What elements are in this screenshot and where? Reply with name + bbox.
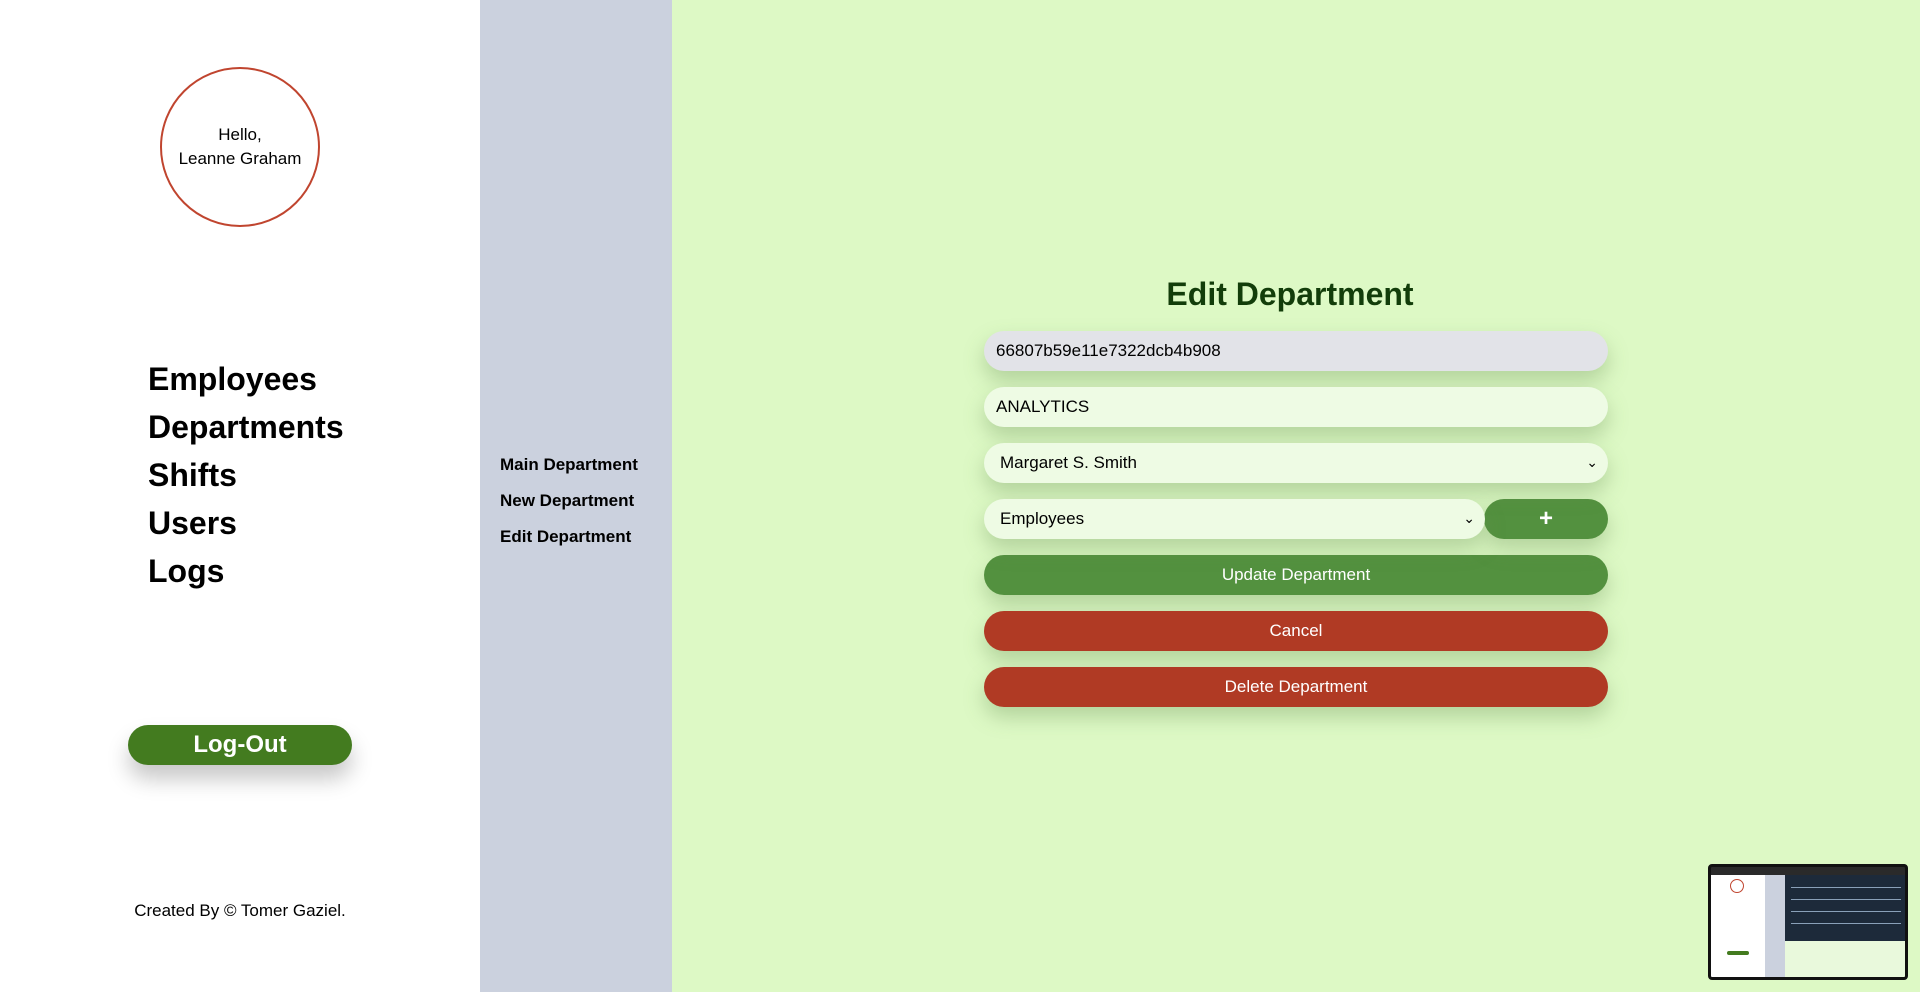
chevron-down-icon: ⌄ [1463, 510, 1475, 526]
add-employee-button[interactable]: + [1484, 499, 1608, 539]
cancel-button[interactable]: Cancel [984, 611, 1608, 651]
thumbnail-footer-area [1785, 941, 1905, 977]
app-layout: Hello, Leanne Graham Employees Departmen… [0, 0, 1920, 992]
subnav-edit-department[interactable]: Edit Department [500, 519, 638, 555]
employee-select[interactable]: Employees ⌄ [984, 499, 1485, 539]
edit-department-form: Edit Department Margaret S. Smith ⌄ Empl… [984, 276, 1608, 723]
thumbnail-button [1727, 951, 1749, 955]
subnav-new-department[interactable]: New Department [500, 483, 638, 519]
thumbnail-line [1791, 887, 1901, 888]
chevron-down-icon: ⌄ [1586, 454, 1598, 470]
delete-department-button[interactable]: Delete Department [984, 667, 1608, 707]
department-id-field[interactable] [984, 331, 1608, 371]
greeting-hello: Hello, [218, 125, 262, 144]
employee-select-value: Employees [1000, 509, 1085, 528]
department-subnav: Main Department New Department Edit Depa… [480, 0, 672, 992]
nav-users[interactable]: Users [148, 499, 344, 547]
manager-select-value: Margaret S. Smith [1000, 453, 1137, 472]
add-employee-row: Employees ⌄ + [984, 499, 1608, 539]
plus-icon: + [1538, 505, 1553, 532]
sidebar: Hello, Leanne Graham Employees Departmen… [0, 0, 480, 992]
thumbnail-subnav [1765, 875, 1785, 977]
update-department-button[interactable]: Update Department [984, 555, 1608, 595]
thumbnail-line [1791, 911, 1901, 912]
main-content: Edit Department Margaret S. Smith ⌄ Empl… [672, 0, 1920, 992]
thumbnail-table-area [1785, 875, 1905, 941]
thumbnail-line [1791, 923, 1901, 924]
nav-shifts[interactable]: Shifts [148, 451, 344, 499]
footer-credit: Created By © Tomer Gaziel. [134, 901, 346, 920]
logout-button[interactable]: Log-Out [128, 725, 352, 765]
nav-departments[interactable]: Departments [148, 403, 344, 451]
user-greeting: Hello, Leanne Graham [160, 67, 320, 227]
thumbnail-avatar [1730, 879, 1744, 893]
manager-select[interactable]: Margaret S. Smith ⌄ [984, 443, 1608, 483]
page-title: Edit Department [1166, 276, 1414, 312]
subnav-main-department[interactable]: Main Department [500, 447, 638, 483]
nav-employees[interactable]: Employees [148, 355, 344, 403]
greeting-username: Leanne Graham [178, 149, 302, 168]
subnav-list: Main Department New Department Edit Depa… [500, 447, 638, 555]
thumbnail-line [1791, 899, 1901, 900]
main-nav: Employees Departments Shifts Users Logs [148, 355, 344, 595]
thumbnail-titlebar [1711, 867, 1905, 875]
nav-logs[interactable]: Logs [148, 547, 344, 595]
department-name-field[interactable] [984, 387, 1608, 427]
screen-preview-thumbnail[interactable] [1708, 864, 1908, 980]
